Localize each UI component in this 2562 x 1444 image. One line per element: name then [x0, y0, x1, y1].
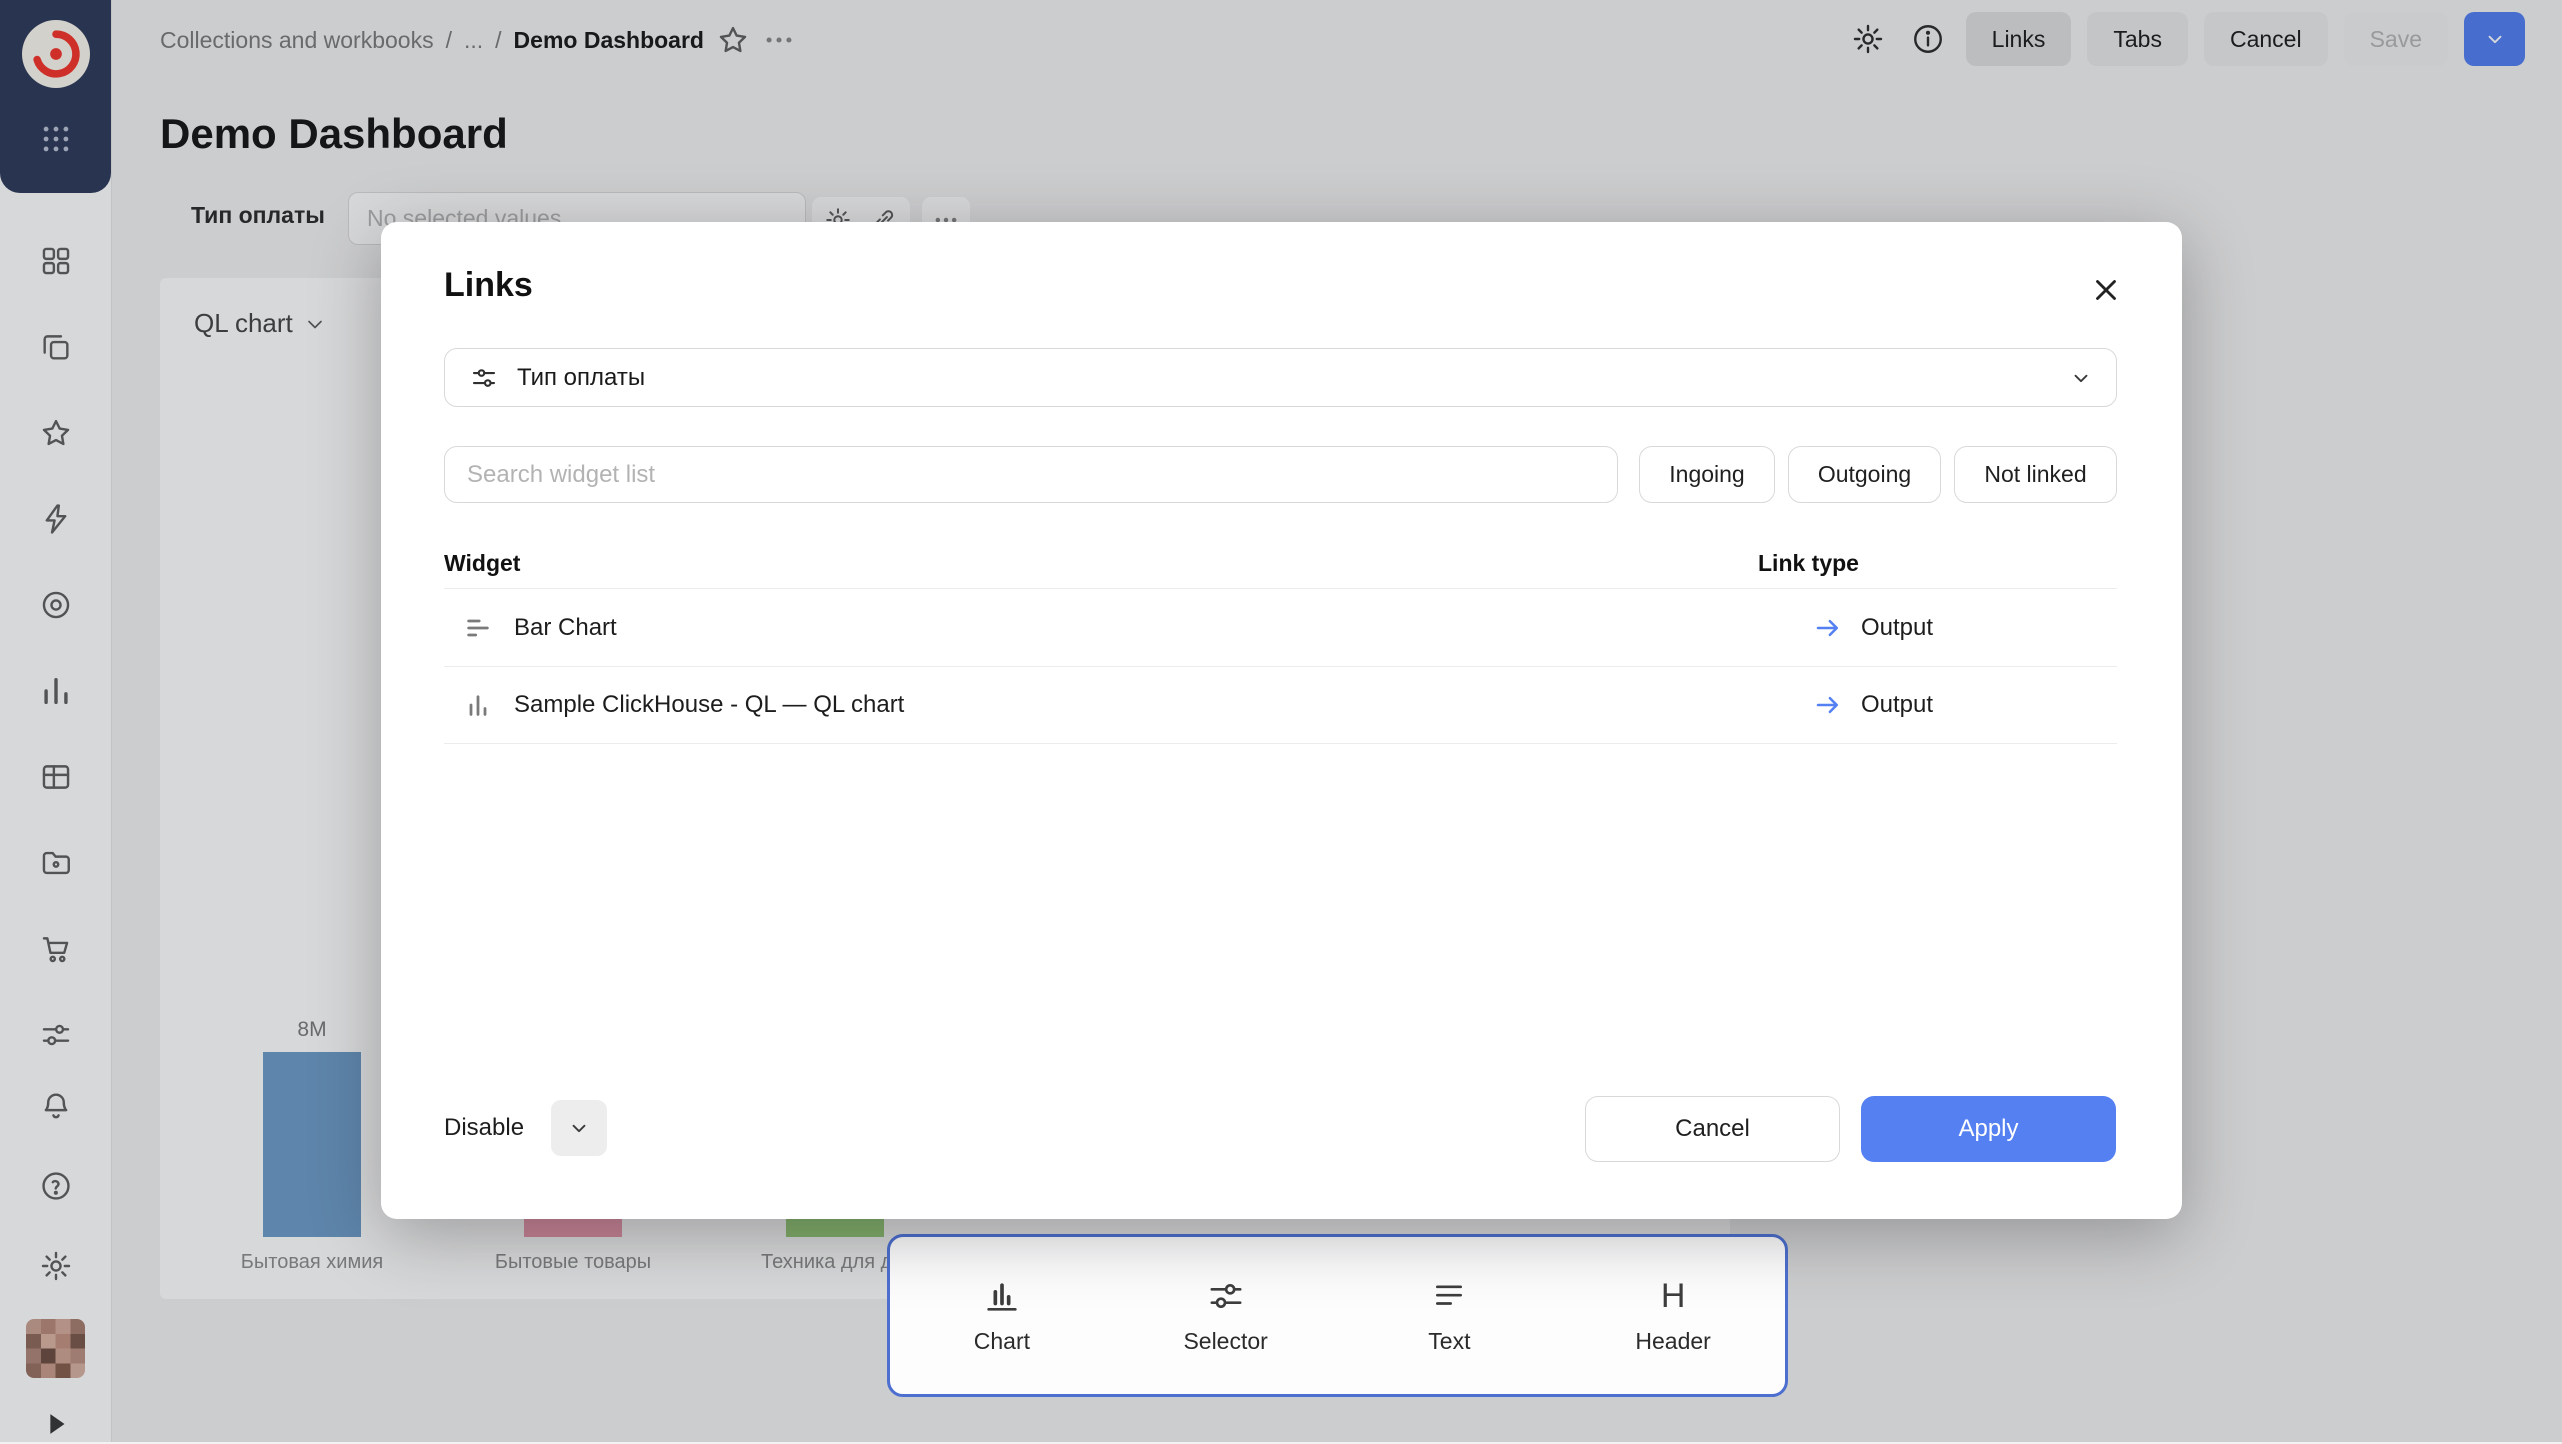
disable-label: Disable — [444, 1114, 524, 1142]
bar-chart-widget-icon — [464, 614, 492, 642]
links-icon — [469, 363, 499, 393]
filter-ingoing-button[interactable]: Ingoing — [1639, 446, 1775, 503]
dialog-apply-button[interactable]: Apply — [1861, 1096, 2116, 1162]
widget-select-dropdown[interactable]: Тип оплаты — [444, 348, 2117, 407]
column-header-widget: Widget — [444, 550, 520, 577]
chart-icon — [982, 1276, 1022, 1316]
widget-select-value: Тип оплаты — [517, 364, 645, 392]
arrow-right-icon — [1813, 613, 1843, 643]
column-header-link-type: Link type — [1758, 550, 1859, 577]
table-row[interactable]: Sample ClickHouse - QL — QL chart Output — [444, 666, 2117, 744]
close-icon[interactable] — [2084, 268, 2128, 312]
column-chart-widget-icon — [464, 691, 492, 719]
arrow-right-icon — [1813, 690, 1843, 720]
dialog-title: Links — [444, 266, 533, 305]
text-icon — [1429, 1276, 1469, 1316]
filter-not-linked-button[interactable]: Not linked — [1954, 446, 2117, 503]
link-type-value: Output — [1861, 614, 1933, 642]
chevron-down-icon — [568, 1117, 590, 1139]
filter-outgoing-button[interactable]: Outgoing — [1788, 446, 1941, 503]
add-chart-button[interactable]: Chart — [890, 1237, 1114, 1394]
chevron-down-icon — [2070, 367, 2092, 389]
widget-search-input[interactable] — [444, 446, 1618, 503]
disable-dropdown-button[interactable] — [551, 1100, 607, 1156]
header-h-icon: H — [1661, 1276, 1686, 1316]
selector-icon — [1206, 1276, 1246, 1316]
tool-label: Chart — [974, 1328, 1030, 1355]
tool-label: Selector — [1183, 1328, 1267, 1355]
row-link-type: Output — [1793, 613, 1933, 643]
add-header-button[interactable]: H Header — [1561, 1237, 1785, 1394]
add-widget-toolbar: Chart Selector Text H Header — [887, 1234, 1788, 1397]
tool-label: Text — [1428, 1328, 1470, 1355]
dialog-cancel-button[interactable]: Cancel — [1585, 1096, 1840, 1162]
tool-label: Header — [1635, 1328, 1710, 1355]
add-selector-button[interactable]: Selector — [1114, 1237, 1338, 1394]
row-widget-name: Bar Chart — [514, 614, 617, 642]
links-dialog: Links Тип оплаты Ingoing Outgoing Not li… — [381, 222, 2182, 1219]
link-type-value: Output — [1861, 691, 1933, 719]
table-row[interactable]: Bar Chart Output — [444, 589, 2117, 667]
add-text-button[interactable]: Text — [1338, 1237, 1562, 1394]
row-widget-name: Sample ClickHouse - QL — QL chart — [514, 691, 904, 719]
row-link-type: Output — [1793, 690, 1933, 720]
